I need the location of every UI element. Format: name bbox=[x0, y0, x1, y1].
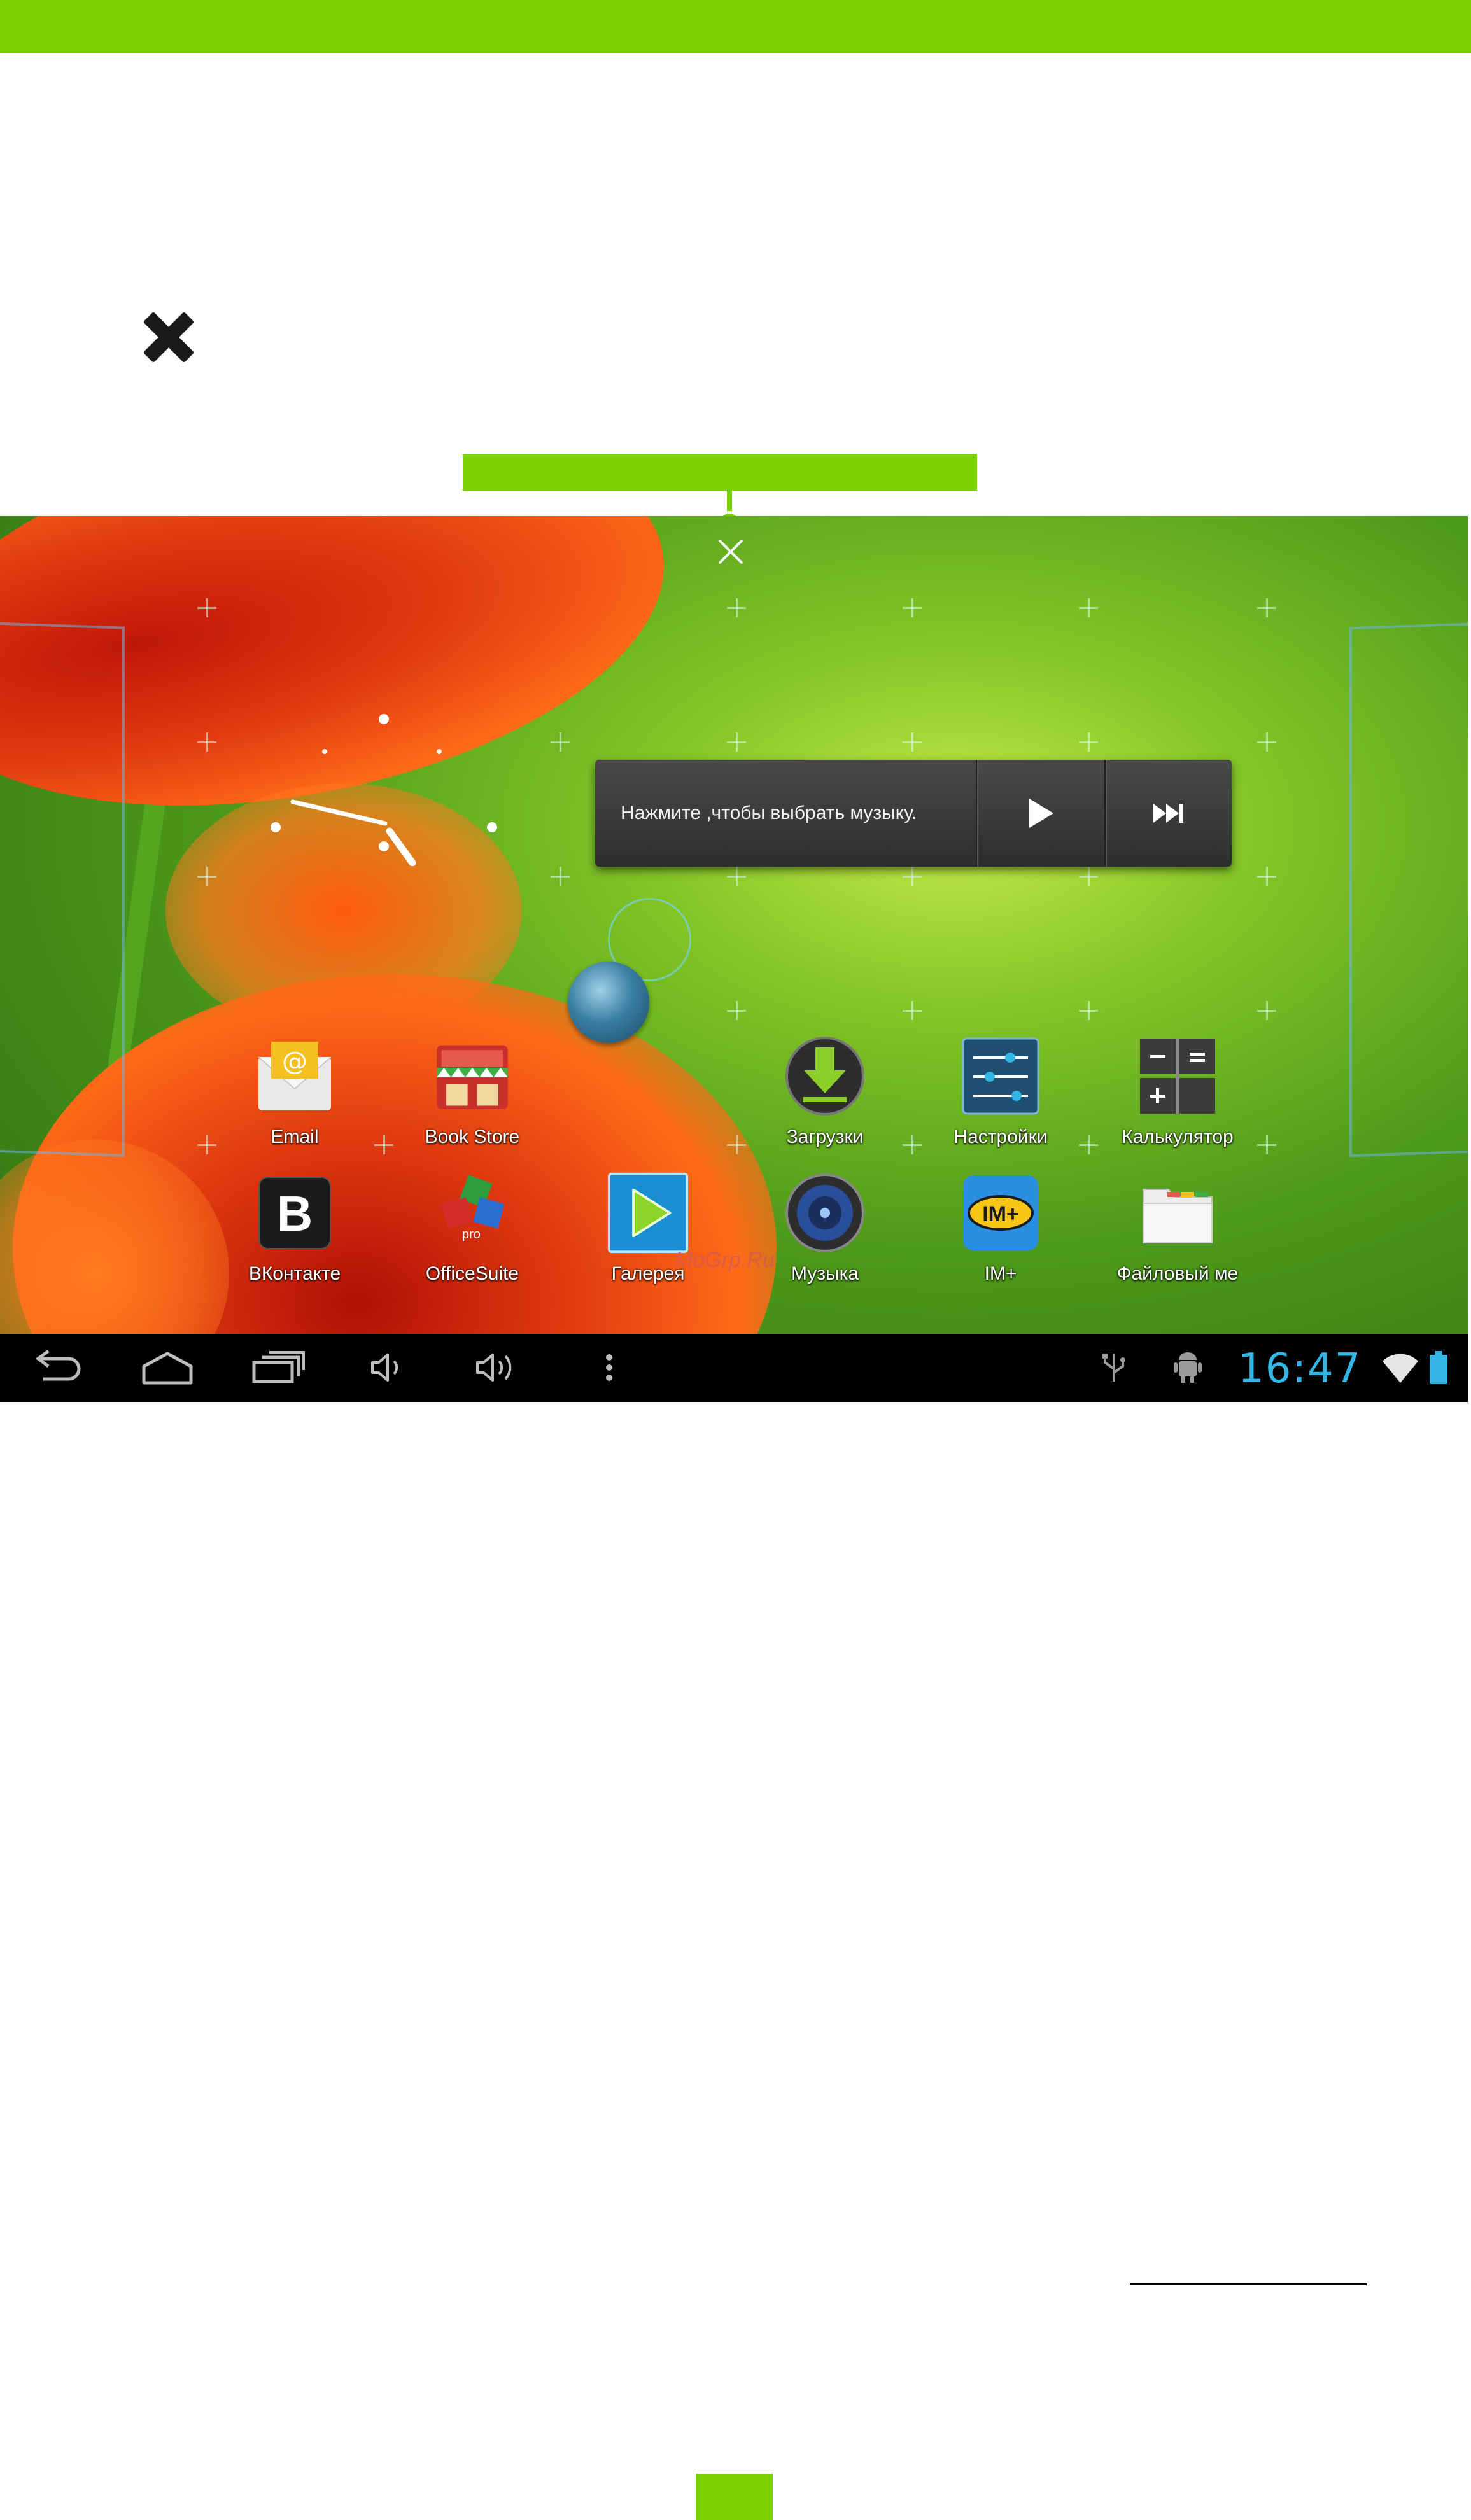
grid-marker bbox=[197, 598, 216, 617]
menu-icon[interactable] bbox=[581, 1350, 638, 1385]
app-file-manager[interactable]: Файловый ме bbox=[1082, 1172, 1273, 1305]
app-gallery[interactable]: Галерея bbox=[553, 1172, 743, 1305]
header-green-bar bbox=[0, 0, 1471, 53]
system-bar: 16:47 bbox=[0, 1334, 1468, 1402]
app-music[interactable]: Музыка bbox=[729, 1172, 920, 1305]
right-screen-panel-edge[interactable] bbox=[1349, 621, 1468, 1158]
grid-marker bbox=[727, 1001, 746, 1020]
officesuite-icon: pro bbox=[431, 1172, 514, 1254]
grid-marker bbox=[1079, 732, 1098, 752]
left-screen-panel-edge[interactable] bbox=[0, 622, 125, 1157]
file-manager-icon bbox=[1136, 1172, 1219, 1254]
app-downloads[interactable]: Загрузки bbox=[729, 1035, 920, 1168]
grid-marker bbox=[727, 867, 746, 886]
app-label: Файловый ме bbox=[1116, 1263, 1239, 1284]
app-im-plus[interactable]: IM+ IM+ bbox=[905, 1172, 1096, 1305]
grid-marker bbox=[903, 867, 922, 886]
grid-marker bbox=[197, 732, 216, 752]
play-button[interactable] bbox=[976, 760, 1104, 867]
app-label: OfficeSuite bbox=[425, 1263, 519, 1284]
battery-icon bbox=[1430, 1351, 1447, 1384]
tablet-home-screen: Нажмите ,чтобы выбрать музыку. @ Email B… bbox=[0, 516, 1468, 1402]
grid-marker bbox=[551, 867, 570, 886]
app-label: Галерея bbox=[611, 1263, 685, 1284]
vkontakte-icon: B bbox=[253, 1172, 336, 1254]
grid-marker bbox=[1257, 732, 1276, 752]
vk-letter: B bbox=[277, 1186, 313, 1242]
wifi-icon bbox=[1383, 1354, 1418, 1383]
grid-marker bbox=[727, 598, 746, 617]
app-label: ВКонтакте bbox=[248, 1263, 341, 1284]
app-label: Настройки bbox=[954, 1126, 1048, 1147]
screen-close-icon[interactable] bbox=[716, 537, 745, 566]
app-label: Музыка bbox=[791, 1263, 859, 1284]
callout-label-bar bbox=[463, 454, 977, 491]
grid-marker bbox=[1257, 867, 1276, 886]
grid-marker bbox=[727, 732, 746, 752]
home-icon[interactable] bbox=[139, 1350, 196, 1385]
back-icon[interactable] bbox=[28, 1350, 85, 1385]
app-label: Email bbox=[271, 1126, 319, 1147]
grid-marker bbox=[197, 867, 216, 886]
grid-marker bbox=[1257, 598, 1276, 617]
next-track-button[interactable] bbox=[1104, 760, 1232, 867]
svg-text:@: @ bbox=[282, 1047, 307, 1076]
im-badge: IM+ bbox=[982, 1202, 1019, 1226]
im-plus-icon: IM+ bbox=[959, 1172, 1042, 1254]
settings-icon bbox=[959, 1035, 1042, 1117]
calculator-icon bbox=[1136, 1035, 1219, 1117]
play-icon bbox=[1029, 799, 1053, 828]
grid-marker bbox=[903, 732, 922, 752]
page-number-tab bbox=[696, 2474, 773, 2520]
usb-icon bbox=[1102, 1354, 1125, 1382]
app-label: IM+ bbox=[984, 1263, 1017, 1284]
volume-up-icon[interactable] bbox=[470, 1350, 527, 1385]
globe-icon[interactable] bbox=[568, 962, 649, 1043]
gallery-icon bbox=[607, 1172, 689, 1254]
music-prompt[interactable]: Нажмите ,чтобы выбрать музыку. bbox=[595, 760, 976, 867]
officesuite-badge: pro bbox=[462, 1228, 481, 1242]
skip-next-icon bbox=[1153, 804, 1183, 823]
android-debug-icon bbox=[1174, 1352, 1202, 1383]
recent-apps-icon[interactable] bbox=[250, 1350, 307, 1385]
app-book-store[interactable]: Book Store bbox=[377, 1035, 568, 1168]
app-calculator[interactable]: Калькулятор bbox=[1082, 1035, 1273, 1168]
grid-marker bbox=[903, 1001, 922, 1020]
grid-marker bbox=[1079, 1001, 1098, 1020]
close-x-icon bbox=[144, 312, 194, 362]
app-email[interactable]: @ Email bbox=[199, 1035, 390, 1168]
page-divider-line bbox=[1130, 2283, 1367, 2285]
grid-marker bbox=[551, 732, 570, 752]
book-store-icon bbox=[431, 1035, 514, 1117]
grid-marker bbox=[1079, 598, 1098, 617]
music-icon bbox=[784, 1172, 866, 1254]
app-officesuite[interactable]: pro OfficeSuite bbox=[377, 1172, 568, 1305]
app-label: Загрузки bbox=[786, 1126, 864, 1147]
email-icon: @ bbox=[253, 1035, 336, 1117]
grid-marker bbox=[1257, 1001, 1276, 1020]
analog-clock-widget[interactable] bbox=[255, 612, 509, 866]
app-label: Book Store bbox=[425, 1126, 520, 1147]
volume-down-icon[interactable] bbox=[360, 1350, 417, 1385]
app-vkontakte[interactable]: B ВКонтакте bbox=[199, 1172, 390, 1305]
watermark: MoGrp.Ru bbox=[675, 1248, 775, 1272]
app-settings[interactable]: Настройки bbox=[905, 1035, 1096, 1168]
app-label: Калькулятор bbox=[1122, 1126, 1234, 1147]
music-widget[interactable]: Нажмите ,чтобы выбрать музыку. bbox=[595, 760, 1232, 867]
status-clock[interactable]: 16:47 bbox=[1238, 1345, 1362, 1392]
download-icon bbox=[784, 1035, 866, 1117]
grid-marker bbox=[1079, 867, 1098, 886]
grid-marker bbox=[903, 598, 922, 617]
